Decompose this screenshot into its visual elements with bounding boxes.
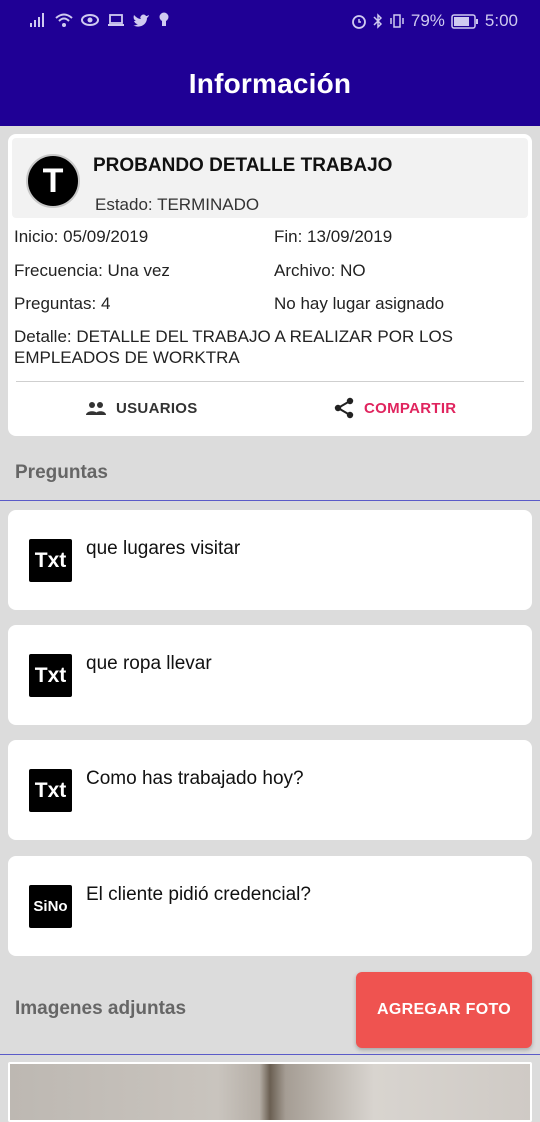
end-date: Fin: 13/09/2019 — [274, 227, 393, 246]
job-title: PROBANDO DETALLE TRABAJO — [93, 155, 393, 176]
app-bar: 79% 5:00 Información — [0, 0, 540, 126]
question-text: El cliente pidió credencial? — [86, 884, 311, 905]
people-icon — [86, 402, 106, 415]
battery-icon — [451, 13, 478, 29]
share-icon — [334, 397, 354, 419]
job-header: T PROBANDO DETALLE TRABAJO Estado: TERMI… — [12, 138, 528, 218]
images-divider — [0, 1054, 540, 1055]
status-icons-right: 79% 5:00 — [351, 11, 518, 31]
status-icons-left — [30, 12, 170, 27]
questions-section-title: Preguntas — [15, 462, 108, 483]
frequency: Frecuencia: Una vez — [14, 261, 170, 280]
status-bar: 79% 5:00 — [0, 0, 540, 42]
bulb-icon — [159, 12, 169, 26]
signal-icon — [30, 13, 44, 27]
divider — [16, 381, 524, 382]
clock: 5:00 — [484, 11, 518, 30]
question-item[interactable]: SiNo El cliente pidió credencial? — [8, 856, 532, 956]
share-label: COMPARTIR — [364, 399, 457, 417]
text-question-icon: Txt — [29, 654, 72, 697]
users-label: USUARIOS — [116, 399, 198, 417]
question-item[interactable]: Txt Como has trabajado hoy? — [8, 740, 532, 840]
archived: Archivo: NO — [274, 261, 366, 280]
laptop-icon — [108, 13, 124, 26]
avatar: T — [26, 154, 80, 208]
question-text: que lugares visitar — [86, 538, 241, 559]
question-item[interactable]: Txt que lugares visitar — [8, 510, 532, 610]
bluetooth-icon — [373, 13, 382, 29]
question-text: que ropa llevar — [86, 653, 212, 674]
wifi-icon — [55, 13, 73, 27]
alarm-icon — [351, 15, 366, 29]
question-text: Como has trabajado hoy? — [86, 768, 304, 789]
question-item[interactable]: Txt que ropa llevar — [8, 625, 532, 725]
text-question-icon: Txt — [29, 769, 72, 812]
job-detail: Detalle: DETALLE DEL TRABAJO A REALIZAR … — [14, 327, 454, 367]
share-button[interactable]: COMPARTIR — [334, 396, 456, 420]
text-question-icon: Txt — [29, 539, 72, 582]
attached-image-thumbnail[interactable] — [8, 1062, 532, 1122]
questions-count: Preguntas: 4 — [14, 294, 111, 313]
start-date: Inicio: 05/09/2019 — [14, 227, 149, 246]
add-photo-button[interactable]: AGREGAR FOTO — [356, 972, 532, 1048]
yes-no-question-icon: SiNo — [29, 885, 72, 928]
twitter-icon — [133, 14, 149, 27]
images-section-title: Imagenes adjuntas — [15, 998, 187, 1019]
questions-divider — [0, 500, 540, 501]
users-button[interactable]: USUARIOS — [86, 396, 198, 420]
assigned-place: No hay lugar asignado — [274, 294, 445, 313]
page-title: Información — [188, 68, 352, 99]
job-info-card: T PROBANDO DETALLE TRABAJO Estado: TERMI… — [8, 134, 532, 436]
job-state: Estado: TERMINADO — [95, 195, 260, 214]
eye-icon — [81, 13, 99, 26]
vibrate-icon — [390, 14, 404, 28]
battery-percent: 79% — [410, 11, 445, 30]
